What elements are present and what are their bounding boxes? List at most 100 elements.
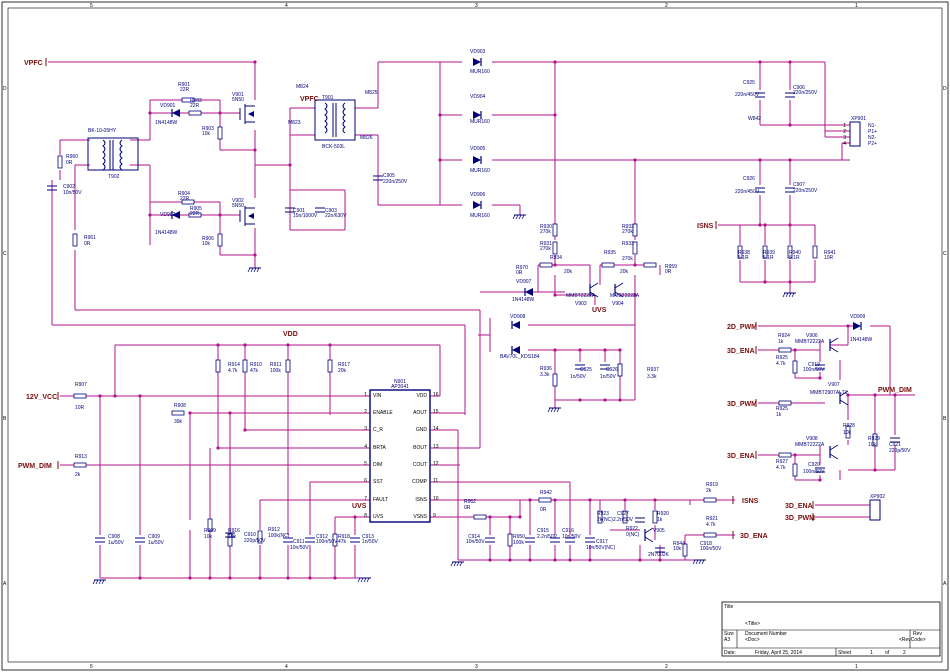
component-label: 1N4148W xyxy=(155,230,178,236)
component-label: VD908 xyxy=(510,314,526,320)
resistor xyxy=(778,347,792,353)
component-label: 10n/50V xyxy=(290,545,309,551)
net-label-vpfc: VPFC xyxy=(24,60,43,67)
connector-ref: XP901 xyxy=(851,116,866,122)
component-label: 1u/50V xyxy=(148,540,165,546)
component-label: 1n/50V xyxy=(600,374,617,380)
junction-dot xyxy=(228,576,232,580)
component-label: 0R xyxy=(66,160,73,166)
connector-xp901 xyxy=(849,121,861,147)
component-label: MUR160 xyxy=(470,119,490,125)
junction-dot xyxy=(333,576,337,580)
junction-dot xyxy=(308,576,312,580)
component-label: R928 xyxy=(843,423,855,429)
junction-dot xyxy=(138,394,142,398)
component-label: 10n/50V(NC) xyxy=(586,545,616,551)
component-label: 22R xyxy=(180,87,190,93)
junction-dot xyxy=(578,398,582,402)
junction-dot xyxy=(618,398,622,402)
net-label-3d-ena: 3D_ENA xyxy=(740,533,768,540)
component-label: 100n/50V xyxy=(803,469,825,475)
title-block-sheet-total: 2 xyxy=(903,650,906,656)
component-label: 2.2n/50V xyxy=(613,517,634,523)
junction-dot xyxy=(286,576,290,580)
component-label: 20k xyxy=(564,269,573,275)
component-label: 39k xyxy=(174,419,183,425)
component-label: 5N50 xyxy=(232,203,244,209)
junction-dot xyxy=(286,343,290,347)
component-label: 22R xyxy=(190,103,200,109)
ic-pin-name: COUT xyxy=(413,462,427,468)
resistor xyxy=(217,233,223,247)
component-label: 4.7k xyxy=(228,368,238,374)
junction-dot xyxy=(508,515,512,519)
net-label-pwm-dim: PWM_DIM xyxy=(18,463,52,470)
component-label: 10n/50V xyxy=(63,190,82,196)
frame-col-marker: 5 xyxy=(90,3,93,9)
frame-row-marker: B xyxy=(943,416,947,422)
ic-pin-number: 5 xyxy=(364,461,367,467)
junction-dot xyxy=(788,123,792,127)
component-label: 5.1R xyxy=(763,255,774,261)
ic-pin-name: BRTA xyxy=(373,445,387,451)
junction-dot xyxy=(873,468,877,472)
net-label-12v-vcc: 12V_VCC xyxy=(26,394,57,401)
resistor xyxy=(72,233,78,247)
junction-dot xyxy=(658,558,662,562)
component-label: 47k xyxy=(250,368,259,374)
component-label: 10k xyxy=(202,131,211,137)
component-label: 220n/250V xyxy=(383,179,408,185)
component-label: 1N4148W xyxy=(850,337,873,343)
net-label-3d-pwm: 3D_PWM xyxy=(785,515,815,522)
junction-dot xyxy=(148,111,152,115)
component-label: VD907 xyxy=(516,279,532,285)
component-label: 220n/250V xyxy=(793,188,818,194)
junction-dot xyxy=(113,394,117,398)
component-label: MMBT2907ALT1 xyxy=(810,390,848,396)
junction-dot xyxy=(253,253,257,257)
component-label: 270k xyxy=(540,229,551,235)
junction-dot xyxy=(253,148,257,152)
component-label: 1k xyxy=(776,412,782,418)
resistor xyxy=(552,241,558,255)
junction-dot xyxy=(788,158,792,162)
junction-dot xyxy=(553,60,557,64)
ic-pin-number: 10 xyxy=(433,496,439,502)
junction-dot xyxy=(758,158,762,162)
component-label: 100n/50V xyxy=(316,539,338,545)
ic-pin-number: 7 xyxy=(364,496,367,502)
component-label: 100k xyxy=(270,368,281,374)
component-label: 10k xyxy=(204,534,213,540)
component-label: R935 xyxy=(604,250,616,256)
component-label: MUR160 xyxy=(470,69,490,75)
junction-dot xyxy=(788,223,792,227)
resistor xyxy=(327,359,333,373)
ic-pin-name: SST xyxy=(373,479,383,485)
component-label: MMBT2222A xyxy=(566,293,596,299)
connector-pin-number: 4 xyxy=(843,141,846,147)
resistor xyxy=(215,359,221,373)
resistor xyxy=(792,360,798,374)
junction-dot xyxy=(218,213,222,217)
junction-dot xyxy=(603,398,607,402)
title-block-rev-value: <RevCode> xyxy=(899,637,926,643)
component-label: BAV70L_KDS184 xyxy=(500,354,540,360)
component-label: 100n/50V xyxy=(803,367,825,373)
component-label: VD901 xyxy=(160,103,176,109)
component-label: VD906 xyxy=(470,192,486,198)
junction-dot xyxy=(188,576,192,580)
junction-dot xyxy=(148,213,152,217)
ic-pin-number: 13 xyxy=(433,444,439,450)
junction-dot xyxy=(216,446,220,450)
junction-dot xyxy=(588,498,592,502)
ic-pin-name: VSNS xyxy=(413,514,427,520)
ic-pin-number: 9 xyxy=(433,513,436,519)
component-label: V903 xyxy=(575,301,587,307)
ic-pin-number: 6 xyxy=(364,478,367,484)
junction-dot xyxy=(508,558,512,562)
component-label: 3.3k xyxy=(647,374,657,380)
junction-dot xyxy=(553,558,557,562)
ic-pin-name: C_R xyxy=(373,427,383,433)
resistor xyxy=(242,359,248,373)
symbol-layer xyxy=(45,58,900,585)
